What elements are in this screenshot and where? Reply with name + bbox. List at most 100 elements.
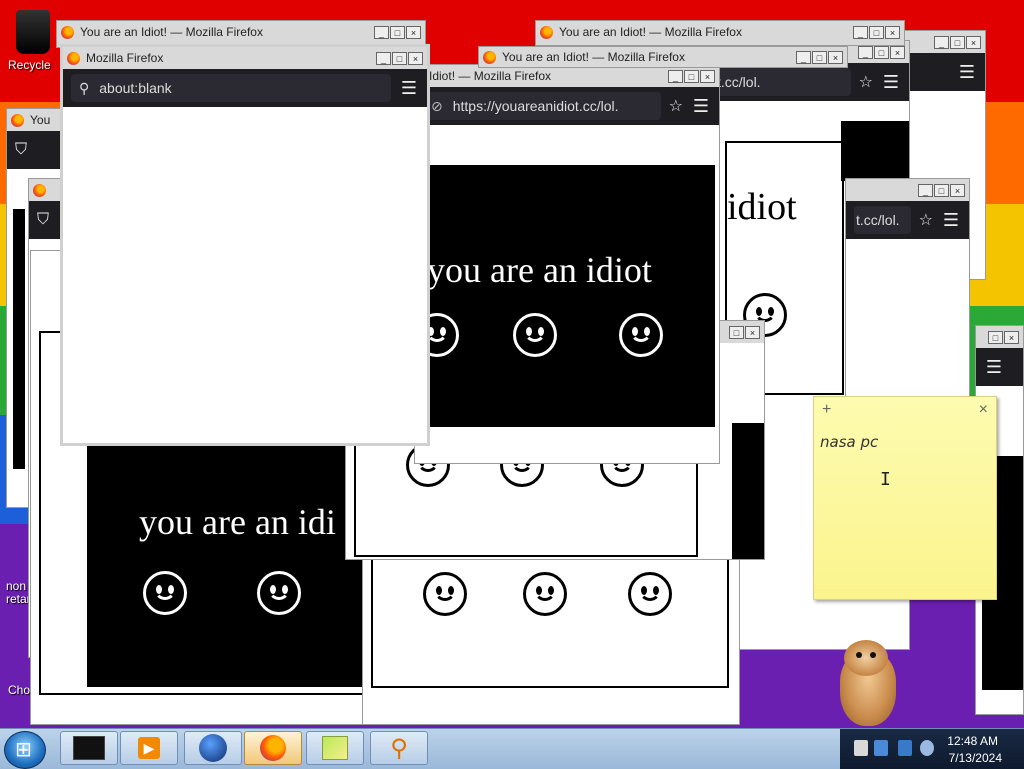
minimize-button[interactable]: _ [796, 50, 811, 64]
url-bar[interactable]: t.cc/lol. [709, 68, 851, 96]
maximize-button[interactable]: □ [684, 69, 699, 83]
taskbar-globe-button[interactable] [184, 731, 242, 765]
bookmark-star-icon[interactable]: ☆ [859, 72, 873, 92]
close-note-button[interactable]: × [979, 401, 988, 419]
url-text: t.cc/lol. [856, 212, 900, 228]
idiot-black-panel: you are an idi [87, 441, 369, 687]
close-button[interactable]: × [406, 25, 421, 39]
close-button[interactable]: × [1004, 330, 1019, 344]
url-text: t.cc/lol. [717, 74, 761, 90]
browser-window-blank[interactable]: Mozilla Firefox _ □ × ⚲ about:blank ☰ [60, 44, 430, 446]
minimize-button[interactable]: _ [858, 45, 873, 59]
close-button[interactable]: × [408, 51, 423, 65]
tray-flag-icon[interactable] [854, 740, 868, 756]
url-bar[interactable]: t.cc/lol. [854, 206, 911, 234]
window-title: Mozilla Firefox [86, 51, 164, 65]
url-text: https://youareanidiot.cc/lol. [452, 98, 619, 114]
tray-security-icon[interactable] [874, 740, 888, 756]
hamburger-menu-icon[interactable]: ☰ [984, 357, 1004, 378]
firefox-icon [483, 50, 496, 64]
page-text: you are an idi [139, 502, 336, 542]
close-button[interactable]: × [828, 50, 843, 64]
page-content [846, 239, 969, 397]
start-button[interactable] [4, 731, 46, 769]
firefox-icon [67, 51, 80, 65]
sticky-notes-icon [322, 736, 348, 760]
cmd-icon [73, 736, 105, 760]
smiley-icon [523, 572, 567, 616]
maximize-button[interactable]: □ [392, 51, 407, 65]
hamburger-menu-icon[interactable]: ☰ [941, 210, 961, 231]
minimize-button[interactable]: _ [374, 25, 389, 39]
hamburger-menu-icon[interactable]: ☰ [881, 72, 901, 93]
tray-network-icon[interactable] [898, 740, 912, 756]
maximize-button[interactable]: □ [950, 35, 965, 49]
firefox-icon [11, 113, 24, 127]
maximize-button[interactable]: □ [869, 25, 884, 39]
tray-volume-icon[interactable] [920, 740, 934, 756]
taskbar-media-button[interactable]: ▶ [120, 731, 178, 765]
minimize-button[interactable]: _ [668, 69, 683, 83]
bookmark-star-icon[interactable]: ☆ [669, 96, 683, 116]
minimize-button[interactable]: _ [376, 51, 391, 65]
smiley-icon [257, 571, 301, 615]
maximize-button[interactable]: □ [874, 45, 889, 59]
window-title: n Idiot! — Mozilla Firefox [419, 69, 552, 83]
window-title: You are an Idiot! — Mozilla Firefox [559, 25, 742, 39]
close-button[interactable]: × [890, 45, 905, 59]
url-bar[interactable]: ⚲ about:blank [71, 74, 391, 102]
hamburger-menu-icon[interactable]: ☰ [691, 96, 711, 117]
page-content [63, 107, 427, 443]
firefox-icon [61, 25, 74, 39]
url-text: about:blank [99, 80, 172, 96]
smiley-icon [619, 313, 663, 357]
browser-window-back-right-3[interactable]: _ □ × t.cc/lol. ☆ ☰ [845, 178, 970, 398]
close-button[interactable]: × [700, 69, 715, 83]
smiley-icon [513, 313, 557, 357]
close-button[interactable]: × [966, 35, 981, 49]
page-text: idiot [727, 186, 797, 228]
recycle-bin-icon[interactable] [16, 10, 50, 54]
url-bar[interactable]: ⊘ https://youareanidiot.cc/lol. [423, 92, 661, 120]
hamburger-menu-icon[interactable]: ☰ [399, 78, 419, 99]
hamburger-menu-icon[interactable]: ☰ [957, 62, 977, 83]
taskbar-sticky-notes-button[interactable] [306, 731, 364, 765]
maximize-button[interactable]: □ [812, 50, 827, 64]
minimize-button[interactable]: _ [934, 35, 949, 49]
close-button[interactable]: × [885, 25, 900, 39]
browser-window-idiot-main[interactable]: n Idiot! — Mozilla Firefox _ □ × ⊘ https:/… [414, 64, 720, 464]
sticky-note[interactable]: + × nasa pc I [813, 396, 997, 600]
taskbar: ▶ ⚲ 12:48 AM 7/13/2024 [0, 728, 1024, 769]
desktop-icon-label-non: non retar [6, 579, 31, 606]
shield-icon[interactable]: ⛉ [15, 141, 27, 159]
taskbar-magnifier-button[interactable]: ⚲ [370, 731, 428, 765]
minimize-button[interactable]: _ [918, 183, 933, 197]
minimize-button[interactable]: _ [853, 25, 868, 39]
maximize-button[interactable]: □ [390, 25, 405, 39]
sticky-note-text[interactable]: nasa pc [814, 423, 996, 461]
clock-time[interactable]: 12:48 AM [947, 734, 998, 748]
maximize-button[interactable]: □ [934, 183, 949, 197]
shield-icon[interactable]: ⛉ [37, 211, 49, 229]
add-note-button[interactable]: + [822, 401, 831, 419]
maximize-button[interactable]: □ [988, 330, 1003, 344]
desktop-icon-label-recycle: Recycle [8, 58, 51, 72]
media-player-icon: ▶ [138, 737, 160, 759]
firefox-icon [33, 183, 46, 197]
taskbar-firefox-button[interactable] [244, 731, 302, 765]
clock-date[interactable]: 7/13/2024 [949, 751, 1002, 765]
close-button[interactable]: × [950, 183, 965, 197]
taskbar-cmd-button[interactable] [60, 731, 118, 765]
window-title: You are an Idiot! — Mozilla Firefox [80, 25, 263, 39]
firefox-icon [260, 735, 286, 761]
maximize-button[interactable]: □ [729, 325, 744, 339]
browser-window-titlebar-stack-2[interactable]: You are an Idiot! — Mozilla Firefox _ □ × [478, 46, 848, 68]
page-content: you are an idiot [415, 125, 719, 463]
bookmark-star-icon[interactable]: ☆ [919, 210, 933, 230]
close-button[interactable]: × [745, 325, 760, 339]
search-icon: ⚲ [79, 79, 90, 96]
browser-window-titlebar-stack[interactable]: You are an Idiot! — Mozilla Firefox _ □ × [535, 20, 905, 46]
smiley-icon [143, 571, 187, 615]
tracking-protection-icon[interactable]: ⊘ [431, 98, 443, 115]
firefox-icon [540, 25, 553, 39]
